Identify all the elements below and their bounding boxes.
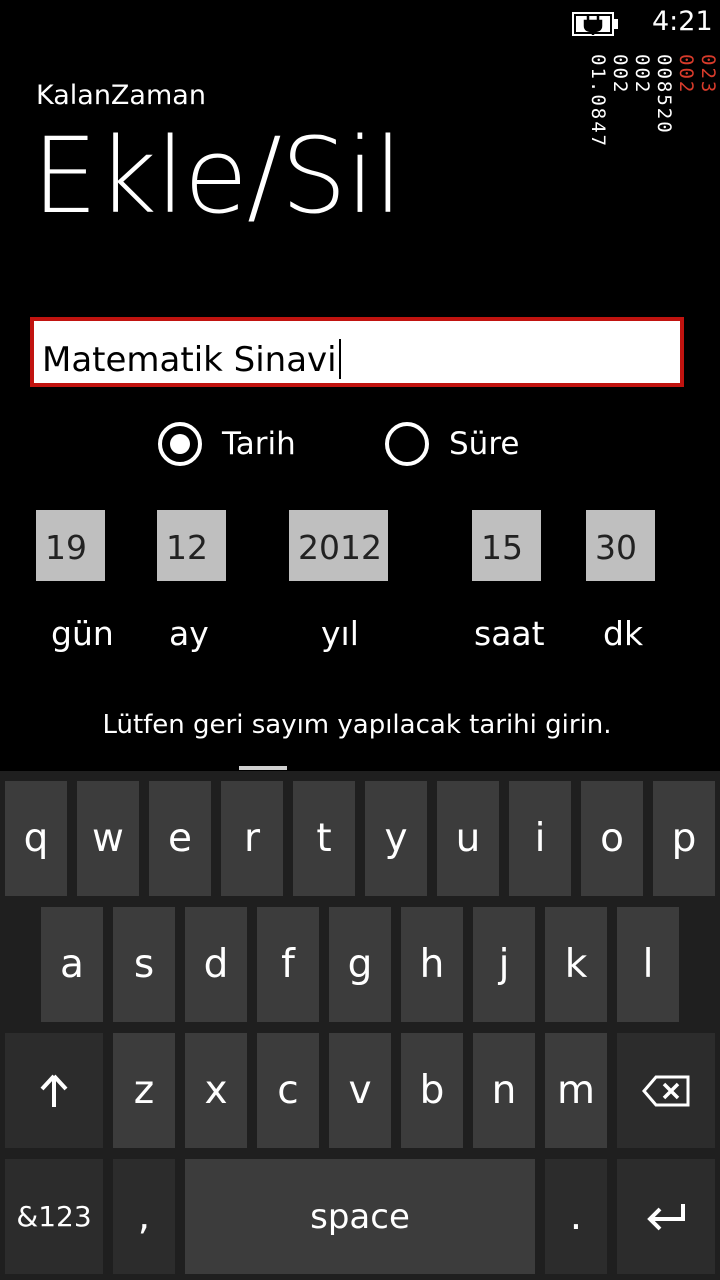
radio-unchecked-icon: [385, 422, 429, 466]
key-m[interactable]: m: [545, 1033, 607, 1148]
backspace-icon: [642, 1075, 690, 1106]
key-h[interactable]: h: [401, 907, 463, 1022]
key-r[interactable]: r: [221, 781, 283, 896]
text-caret: [338, 339, 341, 379]
key-g[interactable]: g: [329, 907, 391, 1022]
enter-icon: [647, 1203, 685, 1230]
day-field[interactable]: 19: [36, 510, 105, 581]
backspace-key[interactable]: [617, 1033, 715, 1148]
key-s[interactable]: s: [113, 907, 175, 1022]
minute-label: dk: [603, 614, 644, 653]
app-name: KalanZaman: [36, 80, 206, 111]
key-o[interactable]: o: [581, 781, 643, 896]
key-l[interactable]: l: [617, 907, 679, 1022]
page-title: Ekle/Sil: [32, 115, 403, 237]
debug-counters: 023 002 008520 002 002 01.0847: [587, 54, 719, 654]
period-key[interactable]: .: [545, 1159, 607, 1274]
year-field[interactable]: 2012: [289, 510, 388, 581]
month-field[interactable]: 12: [157, 510, 226, 581]
key-z[interactable]: z: [113, 1033, 175, 1148]
key-n[interactable]: n: [473, 1033, 535, 1148]
key-x[interactable]: x: [185, 1033, 247, 1148]
key-c[interactable]: c: [257, 1033, 319, 1148]
year-label: yıl: [321, 614, 359, 653]
key-j[interactable]: j: [473, 907, 535, 1022]
battery-charging-icon: [572, 12, 618, 36]
shift-key[interactable]: [5, 1033, 103, 1148]
key-e[interactable]: e: [149, 781, 211, 896]
shift-arrow-up-icon: [40, 1074, 68, 1107]
key-y[interactable]: y: [365, 781, 427, 896]
debug-counter: 023: [697, 54, 719, 95]
key-f[interactable]: f: [257, 907, 319, 1022]
key-p[interactable]: p: [653, 781, 715, 896]
space-key[interactable]: space: [185, 1159, 535, 1274]
radio-sure-label: Süre: [449, 426, 520, 462]
key-t[interactable]: t: [293, 781, 355, 896]
hour-label: saat: [474, 614, 545, 653]
key-v[interactable]: v: [329, 1033, 391, 1148]
status-clock: 4:21: [652, 6, 713, 37]
key-b[interactable]: b: [401, 1033, 463, 1148]
key-k[interactable]: k: [545, 907, 607, 1022]
symbols-key[interactable]: &123: [5, 1159, 103, 1274]
key-u[interactable]: u: [437, 781, 499, 896]
hint-text: Lütfen geri sayım yapılacak tarihi girin…: [102, 710, 612, 740]
scroll-indicator: [239, 766, 287, 770]
day-label: gün: [51, 614, 114, 653]
minute-field[interactable]: 30: [586, 510, 655, 581]
event-name-input[interactable]: Matematik Sinavi: [30, 317, 684, 387]
event-name-value: Matematik Sinavi: [42, 340, 337, 380]
key-i[interactable]: i: [509, 781, 571, 896]
enter-key[interactable]: [617, 1159, 715, 1274]
radio-tarih[interactable]: Tarih: [158, 422, 296, 466]
radio-sure[interactable]: Süre: [385, 422, 519, 466]
key-w[interactable]: w: [77, 781, 139, 896]
hour-field[interactable]: 15: [472, 510, 541, 581]
key-d[interactable]: d: [185, 907, 247, 1022]
key-q[interactable]: q: [5, 781, 67, 896]
comma-key[interactable]: ,: [113, 1159, 175, 1274]
month-label: ay: [169, 614, 209, 653]
on-screen-keyboard: q w e r t y u i o p a s d f g h j k l z …: [0, 771, 720, 1280]
radio-checked-icon: [158, 422, 202, 466]
radio-tarih-label: Tarih: [222, 426, 296, 462]
key-a[interactable]: a: [41, 907, 103, 1022]
